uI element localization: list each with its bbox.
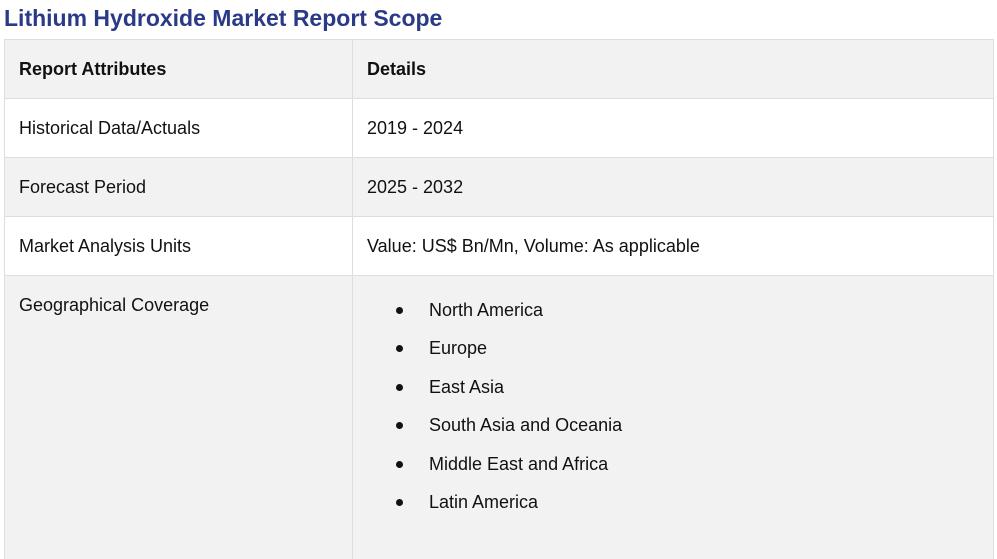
region-label: North America xyxy=(429,300,544,320)
attribute-cell: Historical Data/Actuals xyxy=(5,99,353,157)
header-details: Details xyxy=(367,59,427,79)
bullet-icon xyxy=(396,383,403,391)
report-scope-table: Report Attributes Details Historical Dat… xyxy=(4,39,994,559)
table-row: Historical Data/Actuals 2019 - 2024 xyxy=(5,99,993,158)
bullet-icon xyxy=(396,345,403,353)
attribute-cell: Geographical Coverage xyxy=(5,276,353,559)
list-item: North America xyxy=(395,298,979,336)
region-list: North America Europe East Asia South Asi… xyxy=(367,276,979,528)
details-cell: Value: US$ Bn/Mn, Volume: As applicable xyxy=(367,236,700,256)
details-cell: North America Europe East Asia South Asi… xyxy=(353,276,993,559)
list-item: Europe xyxy=(395,336,979,374)
details-cell: 2019 - 2024 xyxy=(367,118,464,138)
region-label: Middle East and Africa xyxy=(429,453,609,474)
details-cell: 2025 - 2032 xyxy=(367,177,464,197)
list-item: Middle East and Africa xyxy=(395,452,979,490)
list-item: South Asia and Oceania xyxy=(395,413,979,451)
region-label: Europe xyxy=(429,338,488,359)
table-row: Forecast Period 2025 - 2032 xyxy=(5,158,993,217)
attribute-cell: Forecast Period xyxy=(5,158,353,216)
bullet-icon xyxy=(396,460,403,468)
bullet-icon xyxy=(396,307,403,314)
table-row-geographical-coverage: Geographical Coverage North America Euro… xyxy=(5,276,993,559)
table-header-row: Report Attributes Details xyxy=(5,40,993,99)
region-label: South Asia and Oceania xyxy=(429,415,623,436)
page-title: Lithium Hydroxide Market Report Scope xyxy=(4,5,443,31)
region-label: East Asia xyxy=(429,376,505,397)
list-item: East Asia xyxy=(395,375,979,413)
list-item: Latin America xyxy=(395,490,979,528)
header-report-attributes: Report Attributes xyxy=(5,40,353,98)
region-label: Latin America xyxy=(429,491,539,512)
table-row: Market Analysis Units Value: US$ Bn/Mn, … xyxy=(5,217,993,276)
bullet-icon xyxy=(396,498,403,506)
bullet-icon xyxy=(396,422,403,430)
attribute-cell: Market Analysis Units xyxy=(5,217,353,275)
